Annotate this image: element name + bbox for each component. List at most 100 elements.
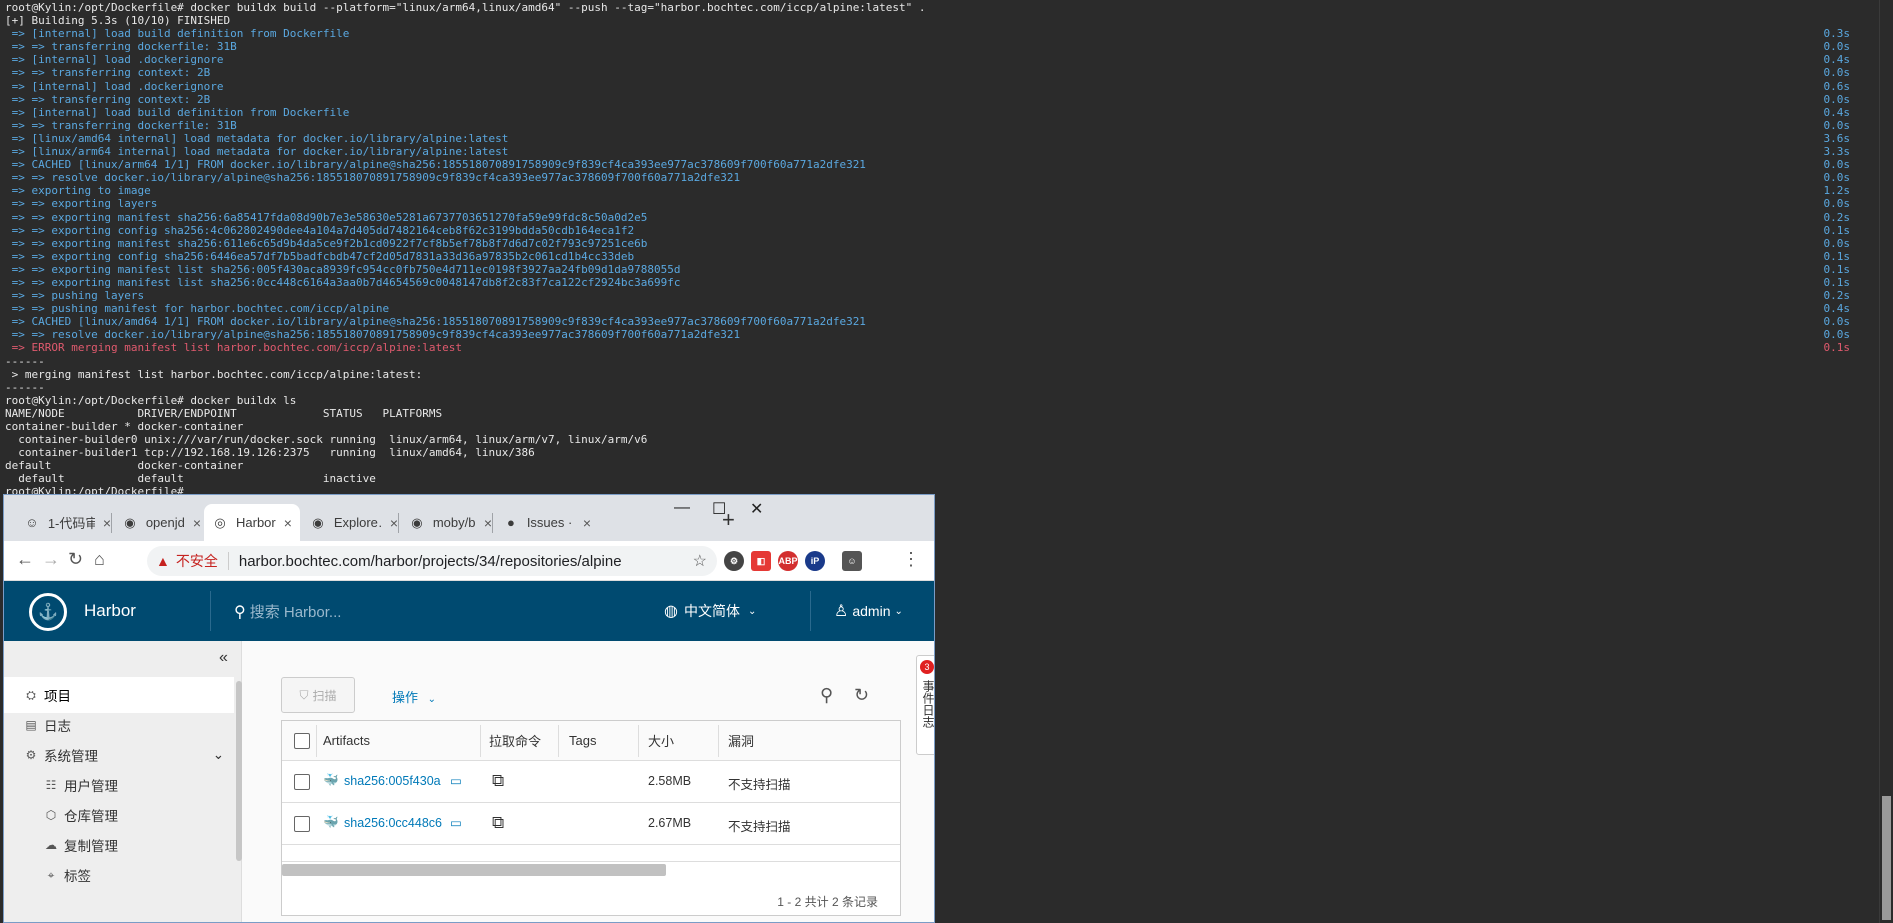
docker-icon: 🐳 xyxy=(323,773,339,787)
close-window-button[interactable]: ✕ xyxy=(750,499,763,519)
row-checkbox[interactable] xyxy=(294,816,310,832)
extension-icon[interactable]: ◧ xyxy=(751,551,771,571)
back-icon[interactable]: ← xyxy=(16,549,34,570)
column-header[interactable]: 大小 xyxy=(648,731,674,750)
home-icon[interactable]: ⌂ xyxy=(94,549,105,570)
chevron-down-icon: ⌄ xyxy=(747,605,757,617)
terminal-line-text: => => pushing manifest for harbor.bochte… xyxy=(5,302,390,316)
terminal-line: => => transferring dockerfile: 31B 0.0s xyxy=(5,40,1893,53)
terminal-line: => => transferring dockerfile: 31B 0.0s xyxy=(5,119,1893,132)
folder-icon[interactable]: ▭ xyxy=(450,815,462,830)
column-header[interactable]: Tags xyxy=(569,733,596,748)
terminal-line-text: > merging manifest list harbor.bochtec.c… xyxy=(5,367,423,381)
scrollbar-thumb[interactable] xyxy=(282,864,666,876)
sidebar-item[interactable]: ⌖ 标签 xyxy=(4,857,234,893)
vulnerability-status: 不支持扫描 xyxy=(728,778,791,792)
logs-icon: ▤ xyxy=(25,718,37,732)
terminal-line: => [internal] load .dockerignore 0.4s xyxy=(5,53,1893,66)
sidebar-item-label: 复制管理 xyxy=(64,839,118,854)
terminal-line-text: => => exporting manifest sha256:611e6c65… xyxy=(5,236,648,250)
table-row[interactable]: 🐳 sha256:005f430a ▭ ⧉ 2.58MB 不支持扫描 xyxy=(282,761,900,803)
forward-icon[interactable]: → xyxy=(42,549,60,570)
column-header[interactable]: 漏洞 xyxy=(728,731,754,750)
artifact-digest-link[interactable]: sha256:0cc448c6 xyxy=(344,816,442,830)
browser-tab[interactable]: ◎ Harbor × xyxy=(204,504,300,541)
url-bar[interactable]: ▲ 不安全 harbor.bochtec.com/harbor/projects… xyxy=(147,546,717,576)
terminal-line: => => exporting config sha256:4c06280249… xyxy=(5,224,1893,237)
terminal-line-text: => => resolve docker.io/library/alpine@s… xyxy=(5,328,741,342)
close-tab-icon[interactable]: × xyxy=(390,515,398,531)
terminal-line-duration: 1.2s xyxy=(1823,184,1851,198)
close-tab-icon[interactable]: × xyxy=(284,515,292,531)
column-header[interactable]: Artifacts xyxy=(323,733,370,748)
copy-icon[interactable]: ⧉ xyxy=(492,771,504,791)
bookmark-star-icon[interactable]: ☆ xyxy=(693,551,707,571)
user-menu[interactable]: ♙ admin ⌄ xyxy=(834,601,903,621)
artifact-digest-link[interactable]: sha256:005f430a xyxy=(344,774,441,788)
reload-icon[interactable]: ↻ xyxy=(68,549,83,570)
extension-puzzle-icon[interactable]: ⚙ xyxy=(724,551,744,571)
terminal-line: => => pushing layers 0.2s xyxy=(5,289,1893,302)
chevron-down-icon: ⌄ xyxy=(894,605,903,617)
tab-label: Harbor xyxy=(236,515,276,530)
terminal-line-text: default default inactive xyxy=(5,472,376,486)
table-row[interactable]: 🐳 sha256:0cc448c6 ▭ ⧉ 2.67MB 不支持扫描 xyxy=(282,803,900,845)
terminal-line-text: => [linux/amd64 internal] load metadata … xyxy=(5,131,509,145)
harbor-logo-icon[interactable]: ⚓ xyxy=(29,593,67,631)
terminal-line-text: => [internal] load .dockerignore xyxy=(5,79,224,93)
actions-dropdown[interactable]: 操作 ⌄ xyxy=(392,687,436,706)
terminal-line: => [linux/arm64 internal] load metadata … xyxy=(5,145,1893,158)
terminal-line-text: => CACHED [linux/arm64 1/1] FROM docker.… xyxy=(5,158,866,172)
event-log-tab[interactable]: 3 事件日志 xyxy=(916,655,934,755)
terminal-line: => [internal] load build definition from… xyxy=(5,106,1893,119)
scrollbar-thumb[interactable] xyxy=(1882,796,1891,920)
terminal-line-duration: 3.6s xyxy=(1823,131,1851,145)
terminal-line: => => pushing manifest for harbor.bochte… xyxy=(5,302,1893,315)
terminal-line-duration: 0.0s xyxy=(1823,197,1851,211)
scan-button[interactable]: ⛉ 扫描 xyxy=(281,677,355,713)
browser-tab[interactable]: ◉ moby/bu… × xyxy=(401,504,492,541)
folder-icon[interactable]: ▭ xyxy=(450,773,462,788)
browser-tab[interactable]: ◉ Explore… × xyxy=(302,504,398,541)
close-tab-icon[interactable]: × xyxy=(103,515,111,531)
terminal-line-duration: 0.2s xyxy=(1823,289,1851,303)
terminal-line-duration: 0.1s xyxy=(1823,341,1851,355)
warning-icon: ▲ xyxy=(156,553,170,569)
projects-icon: ⛭ xyxy=(26,687,36,702)
browser-tab[interactable]: ◉ openjdk × xyxy=(114,504,201,541)
close-tab-icon[interactable]: × xyxy=(193,515,201,531)
close-tab-icon[interactable]: × xyxy=(484,515,492,531)
close-tab-icon[interactable]: × xyxy=(583,515,591,531)
row-checkbox[interactable] xyxy=(294,774,310,790)
select-all-checkbox[interactable] xyxy=(294,733,310,749)
minimize-button[interactable]: — xyxy=(674,499,690,517)
search-icon[interactable]: ⚲ xyxy=(820,685,833,706)
terminal-line-text: ------ xyxy=(5,354,45,368)
harbor-brand[interactable]: Harbor xyxy=(84,601,136,621)
chevron-down-icon[interactable]: ⌄ xyxy=(213,747,224,763)
table-horizontal-scrollbar[interactable] xyxy=(282,861,900,876)
browser-tab[interactable]: ☺ 1-代码审… × xyxy=(16,504,111,541)
profile-avatar[interactable]: ☺ xyxy=(842,551,862,571)
collapse-sidebar-icon[interactable]: « xyxy=(219,649,228,667)
global-search-input[interactable]: ⚲ 搜索 Harbor... xyxy=(234,601,341,622)
language-selector[interactable]: ◍ 中文简体 ⌄ xyxy=(664,601,756,621)
terminal-scrollbar[interactable] xyxy=(1879,0,1893,923)
column-header[interactable]: 拉取命令 xyxy=(489,731,541,750)
shield-icon: ⛉ xyxy=(299,687,309,702)
menu-kebab-icon[interactable]: ⋮ xyxy=(902,549,920,570)
terminal-line-duration: 0.0s xyxy=(1823,118,1851,132)
maximize-button[interactable]: ☐ xyxy=(712,499,726,519)
refresh-icon[interactable]: ↻ xyxy=(854,685,869,706)
adblock-icon[interactable]: ABP xyxy=(778,551,798,571)
terminal-line: => => exporting manifest list sha256:005… xyxy=(5,263,1893,276)
ip-extension-icon[interactable]: iP xyxy=(805,551,825,571)
terminal-line-text: => => transferring context: 2B xyxy=(5,66,211,80)
terminal-line-duration: 0.4s xyxy=(1823,53,1851,67)
terminal-line-text: => => exporting config sha256:6446ea57df… xyxy=(5,249,635,263)
terminal-line-duration: 0.0s xyxy=(1823,236,1851,250)
copy-icon[interactable]: ⧉ xyxy=(492,813,504,833)
browser-tab[interactable]: ● Issues · d… × xyxy=(495,504,591,541)
url-text[interactable]: harbor.bochtec.com/harbor/projects/34/re… xyxy=(239,553,622,570)
github-icon: ● xyxy=(506,515,515,530)
